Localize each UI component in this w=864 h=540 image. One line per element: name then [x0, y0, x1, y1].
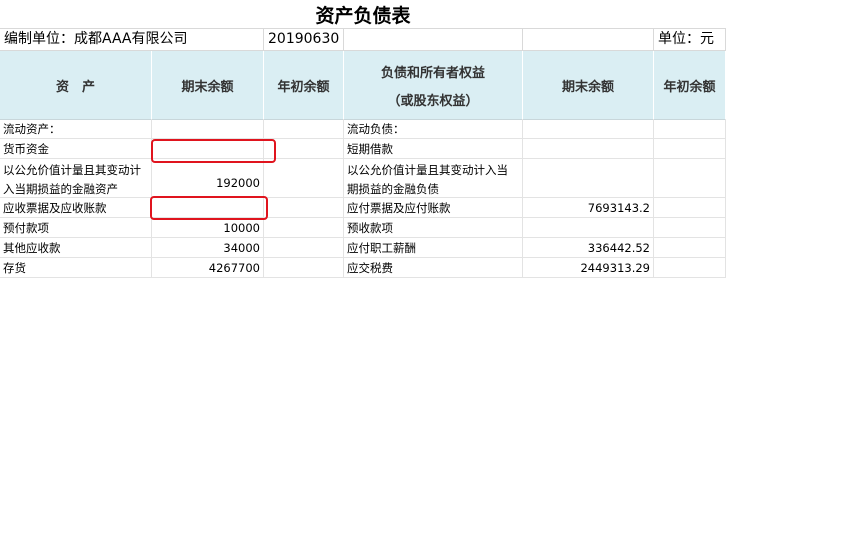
header-assets[interactable]: 资 产 — [0, 51, 152, 119]
table-row: 以公允价值计量且其变动计入当期损益的金融资产 192000 以公允价值计量且其变… — [0, 159, 726, 198]
unit-cell[interactable]: 单位：元 — [654, 28, 726, 50]
date-cell[interactable]: 20190630 — [264, 28, 344, 50]
header-assets-label: 资 产 — [55, 79, 95, 95]
company-cell[interactable]: 编制单位：成都AAA有限公司 — [0, 28, 264, 50]
liab-end-cell[interactable] — [523, 218, 654, 237]
liab-name-cell[interactable]: 以公允价值计量且其变动计入当期损益的金融负债 — [344, 159, 523, 197]
header-end-balance-right-label: 期末余额 — [561, 79, 614, 95]
header-end-balance-label: 期末余额 — [181, 79, 234, 95]
liab-name-cell[interactable]: 流动负债： — [344, 119, 523, 138]
info-row: 编制单位：成都AAA有限公司 20190630 单位：元 — [0, 28, 726, 51]
liab-name-cell[interactable]: 应付职工薪酬 — [344, 238, 523, 257]
liab-begin-cell[interactable] — [654, 119, 726, 138]
header-liabilities[interactable]: 负债和所有者权益 （或股东权益） — [344, 51, 523, 119]
table-row: 存货 4267700 应交税费 2449313.29 — [0, 258, 726, 278]
table-row: 其他应收款 34000 应付职工薪酬 336442.52 — [0, 238, 726, 258]
asset-name-cell[interactable]: 流动资产： — [0, 119, 152, 138]
header-begin-balance-label: 年初余额 — [277, 79, 330, 95]
asset-end-cell[interactable]: 34000 — [152, 238, 264, 257]
asset-end-cell[interactable]: 192000 — [152, 159, 264, 197]
sheet-title: 资产负债表 — [315, 4, 411, 27]
asset-begin-cell[interactable] — [264, 139, 344, 158]
liab-begin-cell[interactable] — [654, 139, 726, 158]
liab-name-cell[interactable]: 短期借款 — [344, 139, 523, 158]
asset-begin-cell[interactable] — [264, 198, 344, 217]
liab-end-cell[interactable] — [523, 119, 654, 138]
asset-end-cell[interactable]: 10000 — [152, 218, 264, 237]
liab-name-cell[interactable]: 预收款项 — [344, 218, 523, 237]
empty-info-cell[interactable] — [344, 28, 523, 50]
asset-name-cell[interactable]: 应收票据及应收账款 — [0, 198, 152, 217]
liab-end-cell[interactable]: 7693143.2 — [523, 198, 654, 217]
header-begin-balance[interactable]: 年初余额 — [264, 51, 344, 119]
asset-name-cell[interactable]: 货币资金 — [0, 139, 152, 158]
liab-begin-cell[interactable] — [654, 198, 726, 217]
table-row: 应收票据及应收账款 应付票据及应付账款 7693143.2 — [0, 198, 726, 218]
header-liabilities-line1: 负债和所有者权益 — [380, 65, 485, 81]
asset-name-cell[interactable]: 以公允价值计量且其变动计入当期损益的金融资产 — [0, 159, 152, 197]
asset-begin-cell[interactable] — [264, 159, 344, 197]
asset-name-cell[interactable]: 其他应收款 — [0, 238, 152, 257]
column-header-row: 资 产 期末余额 年初余额 负债和所有者权益 （或股东权益） 期末余额 年初余额 — [0, 51, 726, 120]
empty-info-cell[interactable] — [523, 28, 654, 50]
asset-begin-cell[interactable] — [264, 119, 344, 138]
asset-name-cell[interactable]: 存货 — [0, 258, 152, 277]
asset-begin-cell[interactable] — [264, 258, 344, 277]
liab-begin-cell[interactable] — [654, 159, 726, 197]
report-date: 20190630 — [268, 31, 340, 47]
table-row: 预付款项 10000 预收款项 — [0, 218, 726, 238]
liab-end-cell[interactable]: 336442.52 — [523, 238, 654, 257]
highlight-box-receivables — [150, 196, 268, 220]
liab-begin-cell[interactable] — [654, 238, 726, 257]
header-begin-balance-right-label: 年初余额 — [663, 79, 716, 95]
header-end-balance-right[interactable]: 期末余额 — [523, 51, 654, 119]
asset-end-cell[interactable] — [152, 119, 264, 138]
liab-name-cell[interactable]: 应交税费 — [344, 258, 523, 277]
unit-label: 单位：元 — [658, 31, 714, 47]
asset-name-cell[interactable]: 预付款项 — [0, 218, 152, 237]
liab-name-cell[interactable]: 应付票据及应付账款 — [344, 198, 523, 217]
balance-sheet: 资产负债表 编制单位：成都AAA有限公司 20190630 单位：元 资 产 期… — [0, 0, 726, 282]
sheet-title-cell[interactable]: 资产负债表 — [0, 0, 726, 29]
company-label: 编制单位：成都AAA有限公司 — [4, 31, 188, 47]
liab-end-cell[interactable]: 2449313.29 — [523, 258, 654, 277]
header-end-balance[interactable]: 期末余额 — [152, 51, 264, 119]
header-liabilities-line2: （或股东权益） — [387, 93, 479, 109]
asset-begin-cell[interactable] — [264, 218, 344, 237]
header-begin-balance-right[interactable]: 年初余额 — [654, 51, 726, 119]
highlight-box-cash — [151, 139, 276, 163]
table-body: 流动资产： 流动负债： 货币资金 短期借款 以公允价值计量且其变动计入当期损益的… — [0, 119, 726, 278]
liab-end-cell[interactable] — [523, 139, 654, 158]
liab-begin-cell[interactable] — [654, 258, 726, 277]
liab-begin-cell[interactable] — [654, 218, 726, 237]
liab-end-cell[interactable] — [523, 159, 654, 197]
table-row: 流动资产： 流动负债： — [0, 119, 726, 139]
table-row: 货币资金 短期借款 — [0, 139, 726, 159]
asset-begin-cell[interactable] — [264, 238, 344, 257]
asset-end-cell[interactable]: 4267700 — [152, 258, 264, 277]
